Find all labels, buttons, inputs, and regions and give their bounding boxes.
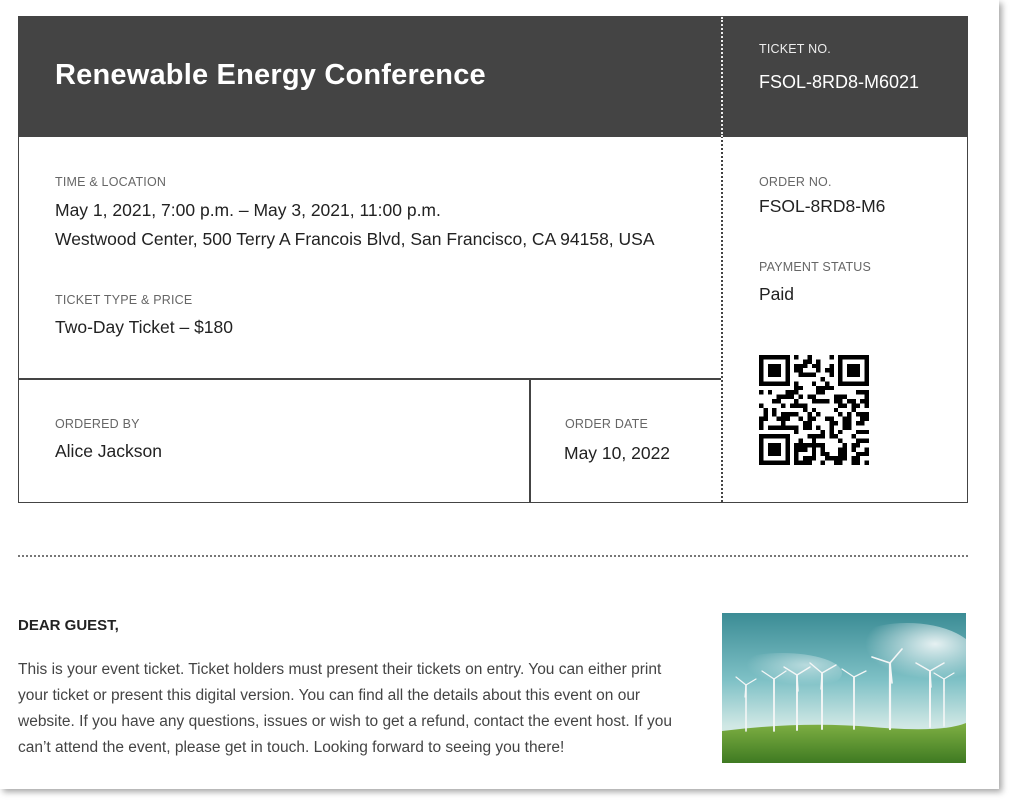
time-location-label: TIME & LOCATION [55, 175, 167, 189]
section-divider [19, 378, 721, 380]
ordered-by-label: ORDERED BY [55, 417, 140, 431]
order-date-value: May 10, 2022 [564, 443, 671, 463]
order-date-label: ORDER DATE [565, 417, 649, 431]
event-ticket: Renewable Energy Conference TICKET NO. F… [18, 16, 968, 503]
wind-turbines-photo [722, 613, 966, 763]
event-address: Westwood Center, 500 Terry A Francois Bl… [55, 229, 655, 249]
ordered-by-value: Alice Jackson [55, 441, 162, 461]
event-datetime: May 1, 2021, 7:00 p.m. – May 3, 2021, 11… [55, 200, 441, 220]
perforation-line [18, 555, 968, 557]
ticket-type-label: TICKET TYPE & PRICE [55, 293, 193, 307]
qr-code-icon [759, 355, 869, 465]
letter-body: This is your event ticket. Ticket holder… [18, 661, 672, 756]
event-title: Renewable Energy Conference [55, 59, 486, 91]
order-divider [529, 378, 531, 503]
letter-greeting: DEAR GUEST, [18, 617, 119, 634]
payment-status-label: PAYMENT STATUS [759, 260, 872, 274]
tear-line-header [721, 17, 723, 137]
ticket-page: Renewable Energy Conference TICKET NO. F… [0, 0, 999, 789]
ticket-number-label: TICKET NO. [759, 42, 831, 56]
payment-status-value: Paid [759, 284, 795, 304]
ticket-type-value: Two-Day Ticket – $180 [55, 317, 233, 337]
order-number-value: FSOL-8RD8-M6 [759, 196, 886, 216]
order-number-label: ORDER NO. [759, 175, 832, 189]
ticket-number-value: FSOL-8RD8-M6021 [759, 72, 920, 92]
